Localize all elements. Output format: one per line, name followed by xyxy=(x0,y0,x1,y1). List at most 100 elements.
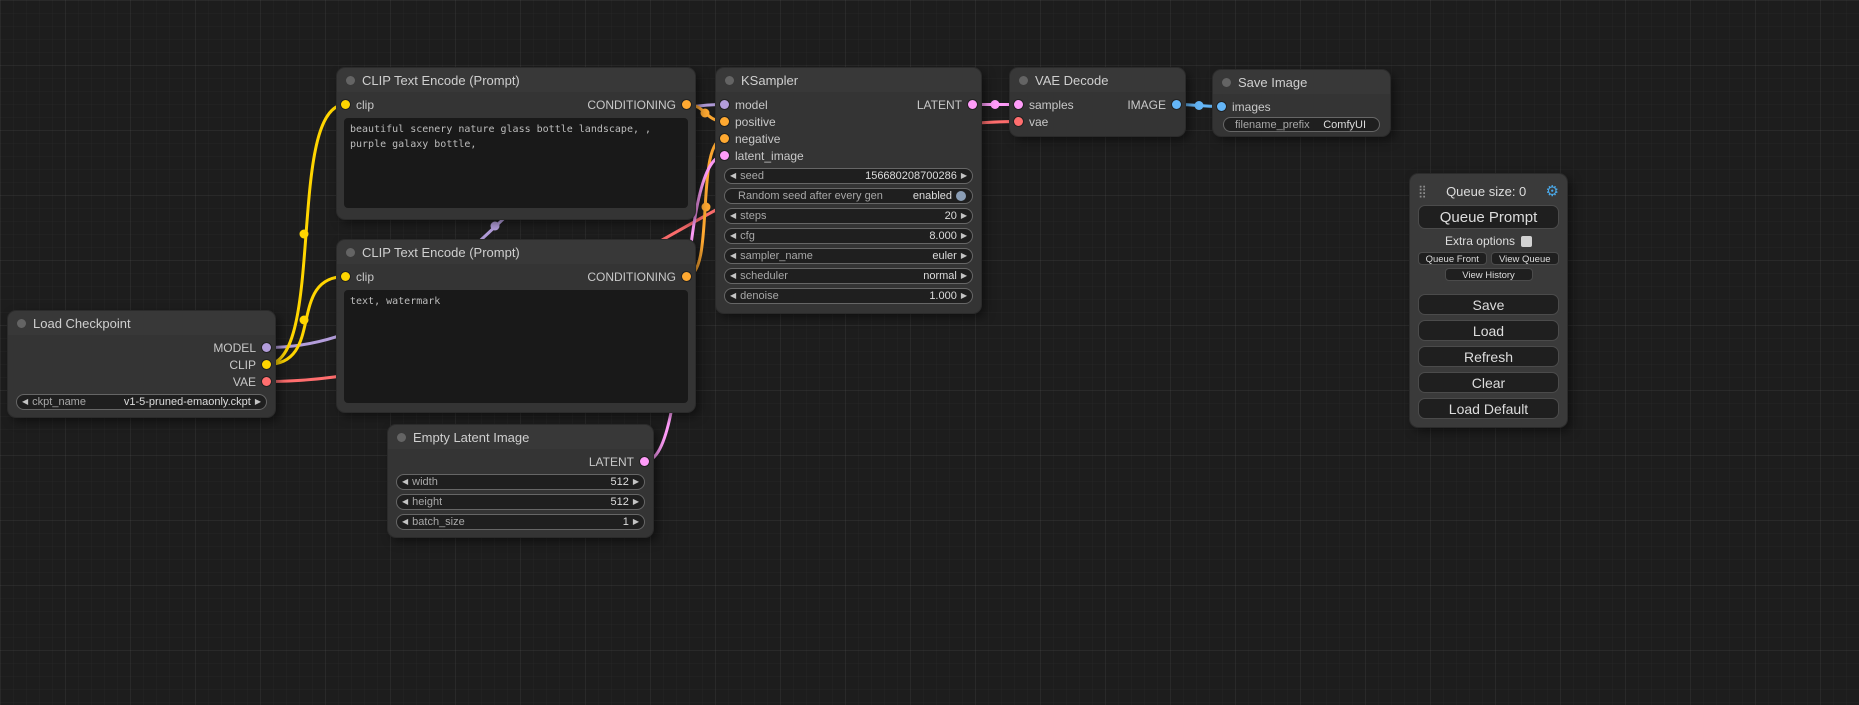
load-default-button[interactable]: Load Default xyxy=(1418,398,1559,419)
node-vae-decode[interactable]: VAE Decode samples IMAGE vae xyxy=(1010,68,1185,136)
scheduler-combo[interactable]: scheduler normal xyxy=(724,268,973,284)
node-header[interactable]: CLIP Text Encode (Prompt) xyxy=(337,240,695,264)
decrement-arrow-icon[interactable] xyxy=(730,252,736,260)
slot-row: negative xyxy=(716,130,981,147)
steps-stepper[interactable]: steps 20 xyxy=(724,208,973,224)
queue-prompt-button[interactable]: Queue Prompt xyxy=(1418,205,1559,229)
clip-input-dot[interactable] xyxy=(341,100,350,109)
increment-arrow-icon[interactable] xyxy=(633,518,639,526)
save-button[interactable]: Save xyxy=(1418,294,1559,315)
queue-front-button[interactable]: Queue Front xyxy=(1418,252,1487,265)
height-stepper[interactable]: height 512 xyxy=(396,494,645,510)
toggle-on-icon[interactable] xyxy=(956,191,966,201)
decrement-arrow-icon[interactable] xyxy=(730,292,736,300)
positive-input-dot[interactable] xyxy=(720,117,729,126)
increment-arrow-icon[interactable] xyxy=(961,292,967,300)
widget-value: enabled xyxy=(913,190,952,202)
decrement-arrow-icon[interactable] xyxy=(730,272,736,280)
samples-input-dot[interactable] xyxy=(1014,100,1023,109)
node-header[interactable]: Load Checkpoint xyxy=(8,311,275,335)
decrement-arrow-icon[interactable] xyxy=(22,398,28,406)
vae-input-dot[interactable] xyxy=(1014,117,1023,126)
latent-image-input-dot[interactable] xyxy=(720,151,729,160)
view-history-button[interactable]: View History xyxy=(1445,268,1533,281)
increment-arrow-icon[interactable] xyxy=(961,232,967,240)
node-empty-latent-image[interactable]: Empty Latent Image LATENT width 512 heig… xyxy=(388,425,653,537)
clip-input-dot[interactable] xyxy=(341,272,350,281)
cfg-stepper[interactable]: cfg 8.000 xyxy=(724,228,973,244)
node-clip-text-encode-positive[interactable]: CLIP Text Encode (Prompt) clip CONDITION… xyxy=(337,68,695,219)
node-clip-text-encode-negative[interactable]: CLIP Text Encode (Prompt) clip CONDITION… xyxy=(337,240,695,412)
collapse-dot-icon[interactable] xyxy=(17,319,26,328)
link-midpoint-dot xyxy=(702,203,711,212)
latent-output-dot[interactable] xyxy=(640,457,649,466)
comfy-menu-panel[interactable]: ⣿ Queue size: 0 ⚙ Queue Prompt Extra opt… xyxy=(1410,174,1567,427)
conditioning-output-dot[interactable] xyxy=(682,100,691,109)
widget-label: seed xyxy=(740,170,764,182)
widget-label: cfg xyxy=(740,230,755,242)
increment-arrow-icon[interactable] xyxy=(961,252,967,260)
prompt-text-input[interactable]: text, watermark xyxy=(344,290,688,403)
node-header[interactable]: Save Image xyxy=(1213,70,1390,94)
decrement-arrow-icon[interactable] xyxy=(402,498,408,506)
prompt-text-input[interactable]: beautiful scenery nature glass bottle la… xyxy=(344,118,688,208)
node-header[interactable]: Empty Latent Image xyxy=(388,425,653,449)
collapse-dot-icon[interactable] xyxy=(1222,78,1231,87)
negative-input-dot[interactable] xyxy=(720,134,729,143)
decrement-arrow-icon[interactable] xyxy=(402,478,408,486)
slot-row: model LATENT xyxy=(716,96,981,113)
model-output-dot[interactable] xyxy=(262,343,271,352)
widget-value: 1 xyxy=(623,516,629,528)
collapse-dot-icon[interactable] xyxy=(397,433,406,442)
latent-output-dot[interactable] xyxy=(968,100,977,109)
increment-arrow-icon[interactable] xyxy=(255,398,261,406)
increment-arrow-icon[interactable] xyxy=(961,172,967,180)
denoise-stepper[interactable]: denoise 1.000 xyxy=(724,288,973,304)
vae-output-dot[interactable] xyxy=(262,377,271,386)
clear-button[interactable]: Clear xyxy=(1418,372,1559,393)
extra-options-label: Extra options xyxy=(1445,234,1515,248)
image-output-dot[interactable] xyxy=(1172,100,1181,109)
increment-arrow-icon[interactable] xyxy=(633,478,639,486)
node-load-checkpoint[interactable]: Load Checkpoint MODEL CLIP VAE ckpt_name… xyxy=(8,311,275,417)
increment-arrow-icon[interactable] xyxy=(633,498,639,506)
output-slot-clip: CLIP xyxy=(8,356,275,373)
collapse-dot-icon[interactable] xyxy=(725,76,734,85)
widget-value: 8.000 xyxy=(929,230,957,242)
filename-prefix-field[interactable]: filename_prefix ComfyUI xyxy=(1223,117,1380,132)
model-input-dot[interactable] xyxy=(720,100,729,109)
width-stepper[interactable]: width 512 xyxy=(396,474,645,490)
node-ksampler[interactable]: KSampler model LATENT positive xyxy=(716,68,981,313)
node-header[interactable]: CLIP Text Encode (Prompt) xyxy=(337,68,695,92)
ckpt-name-combo[interactable]: ckpt_name v1-5-pruned-emaonly.ckpt xyxy=(16,394,267,410)
drag-handle-icon[interactable]: ⣿ xyxy=(1418,184,1427,198)
conditioning-output-dot[interactable] xyxy=(682,272,691,281)
collapse-dot-icon[interactable] xyxy=(346,76,355,85)
images-input-dot[interactable] xyxy=(1217,102,1226,111)
queue-size-label: Queue size: 0 xyxy=(1446,184,1526,199)
extra-options-checkbox[interactable] xyxy=(1521,236,1532,247)
settings-gear-icon[interactable]: ⚙ xyxy=(1546,184,1559,199)
load-button[interactable]: Load xyxy=(1418,320,1559,341)
node-graph-canvas[interactable]: Load Checkpoint MODEL CLIP VAE ckpt_name… xyxy=(0,0,1859,705)
decrement-arrow-icon[interactable] xyxy=(402,518,408,526)
node-header[interactable]: VAE Decode xyxy=(1010,68,1185,92)
increment-arrow-icon[interactable] xyxy=(961,212,967,220)
sampler-name-combo[interactable]: sampler_name euler xyxy=(724,248,973,264)
node-header[interactable]: KSampler xyxy=(716,68,981,92)
collapse-dot-icon[interactable] xyxy=(346,248,355,257)
increment-arrow-icon[interactable] xyxy=(961,272,967,280)
seed-stepper[interactable]: seed 156680208700286 xyxy=(724,168,973,184)
collapse-dot-icon[interactable] xyxy=(1019,76,1028,85)
refresh-button[interactable]: Refresh xyxy=(1418,346,1559,367)
output-slot-vae: VAE xyxy=(8,373,275,390)
clip-output-dot[interactable] xyxy=(262,360,271,369)
random-seed-toggle[interactable]: Random seed after every gen enabled xyxy=(724,188,973,204)
decrement-arrow-icon[interactable] xyxy=(730,172,736,180)
decrement-arrow-icon[interactable] xyxy=(730,232,736,240)
batch-size-stepper[interactable]: batch_size 1 xyxy=(396,514,645,530)
view-queue-button[interactable]: View Queue xyxy=(1491,252,1560,265)
decrement-arrow-icon[interactable] xyxy=(730,212,736,220)
widget-value: 20 xyxy=(945,210,957,222)
node-save-image[interactable]: Save Image images filename_prefix ComfyU… xyxy=(1213,70,1390,136)
